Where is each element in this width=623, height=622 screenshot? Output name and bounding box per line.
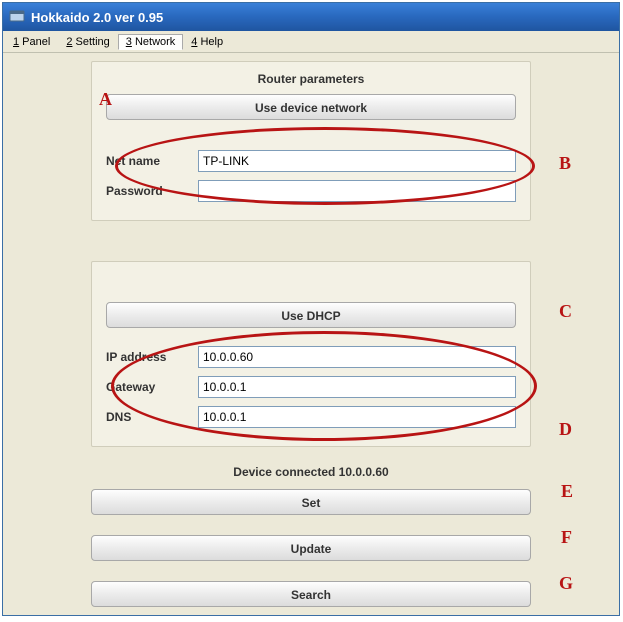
password-input[interactable]	[198, 180, 516, 202]
search-button[interactable]: Search	[91, 581, 531, 607]
annotation-E: E	[561, 481, 573, 502]
dns-input[interactable]	[198, 406, 516, 428]
net-name-input[interactable]	[198, 150, 516, 172]
status-text: Device connected 10.0.0.60	[11, 465, 611, 479]
window-title: Hokkaido 2.0 ver 0.95	[31, 10, 163, 25]
annotation-F: F	[561, 527, 572, 548]
set-button[interactable]: Set	[91, 489, 531, 515]
dhcp-panel: Use DHCP IP address Gateway DNS	[91, 261, 531, 447]
menu-help[interactable]: 4 Help	[183, 34, 231, 50]
router-panel-title: Router parameters	[106, 72, 516, 86]
client-area: Router parameters Use device network Net…	[3, 53, 619, 615]
annotation-D: D	[559, 419, 572, 440]
gateway-label: Gateway	[106, 380, 198, 394]
router-panel: Router parameters Use device network Net…	[91, 61, 531, 221]
net-name-label: Net name	[106, 154, 198, 168]
use-device-network-button[interactable]: Use device network	[106, 94, 516, 120]
titlebar: Hokkaido 2.0 ver 0.95	[3, 3, 619, 31]
annotation-B: B	[559, 153, 571, 174]
ip-label: IP address	[106, 350, 198, 364]
use-dhcp-button[interactable]: Use DHCP	[106, 302, 516, 328]
menu-setting[interactable]: 2 Setting	[58, 34, 117, 50]
menu-network[interactable]: 3 Network	[118, 34, 184, 50]
password-label: Password	[106, 184, 198, 198]
ip-input[interactable]	[198, 346, 516, 368]
annotation-G: G	[559, 573, 573, 594]
menu-panel[interactable]: 1 Panel	[5, 34, 58, 50]
annotation-C: C	[559, 301, 572, 322]
app-window: Hokkaido 2.0 ver 0.95 1 Panel 2 Setting …	[2, 2, 620, 616]
dns-label: DNS	[106, 410, 198, 424]
update-button[interactable]: Update	[91, 535, 531, 561]
menubar: 1 Panel 2 Setting 3 Network 4 Help	[3, 31, 619, 53]
gateway-input[interactable]	[198, 376, 516, 398]
window-icon	[9, 8, 25, 27]
